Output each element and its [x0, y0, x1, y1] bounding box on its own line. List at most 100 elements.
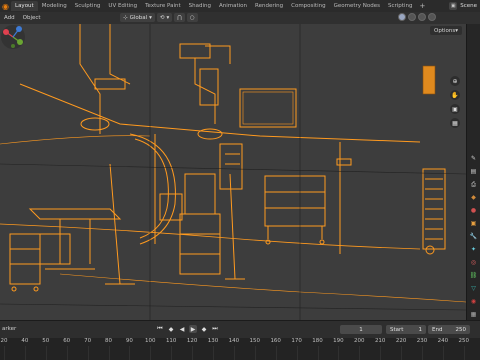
ruler-tick-label: 220: [395, 338, 407, 344]
tab-geometry-nodes[interactable]: Geometry Nodes: [330, 1, 384, 11]
jump-to-keyframe-prev-icon[interactable]: ◆: [167, 325, 175, 333]
marker-menu[interactable]: arker: [2, 326, 16, 332]
ruler-tick-label: 100: [145, 338, 156, 344]
ruler-tick-label: 150: [249, 338, 261, 344]
modifier-icon[interactable]: 🔧: [469, 232, 478, 241]
tab-modeling[interactable]: Modeling: [38, 1, 71, 11]
ruler-tick-label: 180: [312, 338, 323, 344]
transform-controls: ⊹ Global ▾ ⟲ ▾ ⋂ ○: [120, 13, 198, 22]
play-reverse-icon[interactable]: ◀: [178, 325, 186, 333]
add-workspace-button[interactable]: +: [416, 2, 428, 10]
blender-logo-icon[interactable]: ◉: [0, 0, 11, 12]
solid-shading-button[interactable]: [408, 13, 416, 21]
ruler-tick-label: 250: [458, 338, 470, 344]
ruler-tick-line: [213, 346, 214, 360]
particles-icon[interactable]: ✦: [469, 245, 478, 254]
end-value: 250: [455, 326, 467, 333]
ruler-tick-label: 70: [84, 338, 92, 344]
texture-icon[interactable]: ▦: [469, 310, 478, 319]
playback-controls: ⏮ ◆ ◀ ▶ ◆ ⏭: [156, 325, 219, 333]
current-frame-field[interactable]: 1: [340, 325, 382, 334]
ruler-tick-label: 120: [186, 338, 198, 344]
hand-pan-icon[interactable]: ✋: [450, 90, 460, 100]
jump-to-start-icon[interactable]: ⏮: [156, 325, 164, 333]
play-icon[interactable]: ▶: [189, 325, 197, 333]
ruler-tick-label: 40: [21, 338, 29, 344]
tab-compositing[interactable]: Compositing: [287, 1, 329, 11]
start-frame-field[interactable]: Start 1: [386, 325, 426, 334]
physics-icon[interactable]: ◎: [469, 258, 478, 267]
tab-layout[interactable]: Layout: [11, 1, 38, 11]
ruler-tick-line: [338, 346, 340, 360]
ruler-tick-line: [24, 346, 26, 360]
object-menu[interactable]: Object: [19, 15, 45, 21]
material-shading-button[interactable]: [418, 13, 426, 21]
ruler-tick-label: 50: [42, 338, 50, 344]
rendered-shading-button[interactable]: [428, 13, 436, 21]
options-dropdown[interactable]: Options ▾: [430, 26, 462, 35]
ruler-tick-label: 20: [0, 338, 8, 344]
material-icon[interactable]: ◉: [469, 297, 478, 306]
ruler-tick-line: [359, 346, 361, 360]
ruler-tick-label: 200: [354, 338, 365, 344]
ruler-tick-label: 230: [416, 338, 428, 344]
output-icon[interactable]: ⎙: [469, 180, 478, 189]
proportional-icon: ○: [189, 14, 195, 21]
pivot-icon: ⟲: [159, 14, 165, 21]
3d-viewport[interactable]: Options ▾ ⊕ ✋ ▣ ▦: [0, 24, 466, 320]
navigation-gizmo[interactable]: [0, 24, 26, 50]
current-frame-value: 1: [359, 326, 363, 333]
ruler-tick-label: 170: [291, 338, 302, 344]
pivot-point-dropdown[interactable]: ⟲ ▾: [156, 13, 173, 22]
zoom-icon[interactable]: ⊕: [450, 76, 460, 86]
orientation-label: Global: [129, 14, 148, 21]
render-icon[interactable]: ▤: [469, 167, 478, 176]
frame-ruler[interactable]: 20 40 50 60 70 80 90 100 110 120 130 140 150 160 170 18…: [0, 338, 480, 360]
tab-sculpting[interactable]: Sculpting: [71, 1, 105, 11]
viewport-header: Add Object ⊹ Global ▾ ⟲ ▾ ⋂ ○: [0, 12, 480, 24]
camera-view-icon[interactable]: ▣: [450, 104, 460, 114]
ruler-tick-line: [171, 346, 173, 360]
data-icon[interactable]: ▽: [469, 284, 478, 293]
shading-controls: [398, 13, 436, 21]
scene-properties-icon[interactable]: ◆: [469, 193, 478, 202]
tab-uv-editing[interactable]: UV Editing: [104, 1, 141, 11]
proportional-edit-toggle[interactable]: ○: [186, 13, 198, 22]
ruler-tick-line: [317, 346, 319, 360]
tab-animation[interactable]: Animation: [215, 1, 251, 11]
ruler-tick-line: [254, 346, 256, 360]
end-label: End: [432, 326, 443, 333]
wireframe-scene: [0, 24, 466, 320]
ruler-tick-label: 140: [228, 338, 240, 344]
tab-rendering[interactable]: Rendering: [251, 1, 287, 11]
ruler-tick-line: [87, 346, 89, 360]
jump-to-end-icon[interactable]: ⏭: [211, 325, 219, 333]
jump-to-keyframe-next-icon[interactable]: ◆: [200, 325, 208, 333]
chevron-down-icon: ▾: [149, 14, 152, 21]
scene-label[interactable]: Scene: [460, 3, 477, 9]
tab-shading[interactable]: Shading: [185, 1, 215, 11]
tool-icon[interactable]: ✎: [469, 154, 478, 163]
start-value: 1: [418, 326, 423, 333]
orientation-icon: ⊹: [123, 14, 128, 21]
world-icon[interactable]: ●: [469, 206, 478, 215]
snap-toggle[interactable]: ⋂: [174, 13, 185, 22]
ruler-tick-line: [296, 346, 298, 360]
object-properties-icon[interactable]: ▣: [469, 219, 478, 228]
ruler-tick-line: [401, 346, 403, 360]
magnet-icon: ⋂: [177, 14, 182, 21]
ruler-tick-label: 210: [374, 338, 386, 344]
end-frame-field[interactable]: End 250: [428, 325, 470, 334]
wireframe-shading-button[interactable]: [398, 13, 406, 21]
perspective-toggle-icon[interactable]: ▦: [450, 118, 460, 128]
tab-texture-paint[interactable]: Texture Paint: [141, 1, 185, 11]
ruler-tick-line: [150, 346, 152, 360]
constraints-icon[interactable]: ⛓: [469, 271, 478, 280]
ruler-tick-label: 160: [270, 338, 281, 344]
add-menu[interactable]: Add: [0, 15, 19, 21]
ruler-tick-label: 110: [165, 338, 177, 344]
scene-icon[interactable]: ▣: [449, 2, 458, 10]
tab-scripting[interactable]: Scripting: [384, 1, 416, 11]
transform-orientation-dropdown[interactable]: ⊹ Global ▾: [120, 13, 155, 22]
chevron-down-icon: ▾: [455, 27, 458, 34]
